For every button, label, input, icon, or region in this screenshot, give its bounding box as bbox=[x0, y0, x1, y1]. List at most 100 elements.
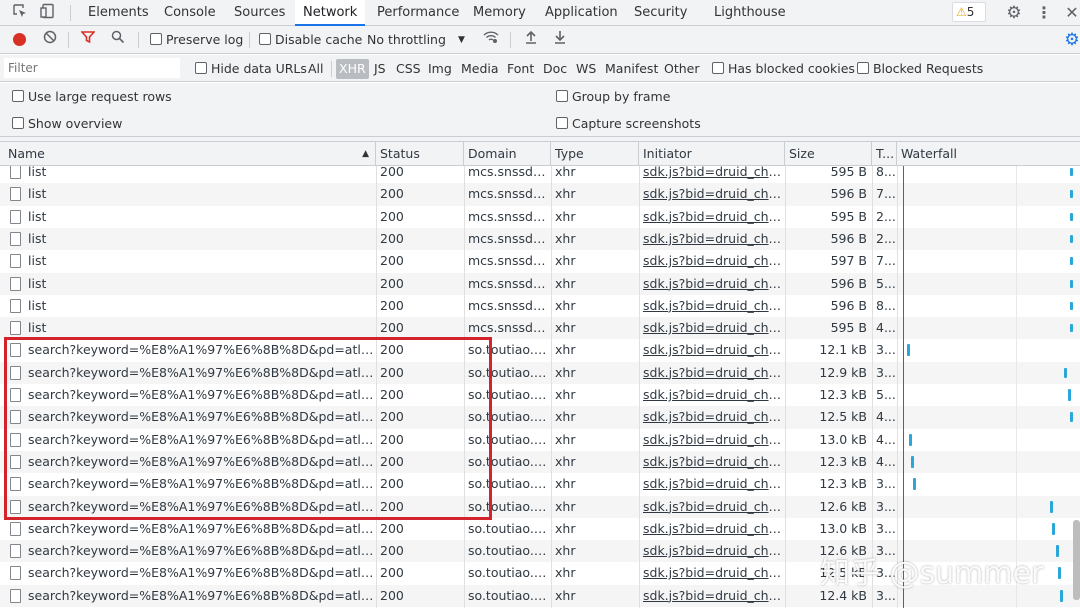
filter-type-manifest[interactable]: Manifest bbox=[605, 55, 658, 82]
request-initiator-link[interactable]: sdk.js?bid=druid_chan... bbox=[639, 317, 785, 339]
filter-type-font[interactable]: Font bbox=[507, 55, 534, 82]
request-initiator-link[interactable]: sdk.js?bid=druid_chan... bbox=[639, 429, 785, 451]
disable-cache-checkbox[interactable]: Disable cache bbox=[259, 26, 362, 54]
waterfall-bar bbox=[1070, 279, 1073, 288]
request-initiator-link[interactable]: sdk.js?bid=druid_chan... bbox=[639, 451, 785, 473]
column-header-size[interactable]: Size bbox=[785, 142, 872, 166]
tab-lighthouse[interactable]: Lighthouse bbox=[714, 0, 786, 26]
request-initiator-link[interactable]: sdk.js?bid=druid_chan... bbox=[639, 250, 785, 272]
filter-type-js[interactable]: JS bbox=[374, 55, 386, 82]
request-initiator-link[interactable]: sdk.js?bid=druid_chan... bbox=[639, 496, 785, 518]
tab-memory[interactable]: Memory bbox=[473, 0, 526, 26]
tab-elements[interactable]: Elements bbox=[88, 0, 149, 26]
filter-funnel-icon[interactable] bbox=[78, 30, 98, 50]
filter-type-img[interactable]: Img bbox=[428, 55, 452, 82]
column-header-type[interactable]: Type bbox=[551, 142, 639, 166]
device-toolbar-icon[interactable] bbox=[38, 3, 58, 23]
request-initiator-link[interactable]: sdk.js?bid=druid_chan... bbox=[639, 166, 785, 183]
tab-console[interactable]: Console bbox=[164, 0, 216, 26]
request-initiator-link[interactable]: sdk.js?bid=druid_chan... bbox=[639, 362, 785, 384]
import-har-icon[interactable] bbox=[521, 30, 541, 50]
table-row[interactable]: list 200 mcs.snssdk... xhr sdk.js?bid=druid_… bbox=[0, 272, 1080, 295]
preserve-log-checkbox[interactable]: Preserve log bbox=[150, 26, 243, 54]
large-rows-label: Use large request rows bbox=[27, 89, 172, 104]
table-row[interactable]: list 200 mcs.snssdk... xhr sdk.js?bid=druid_… bbox=[0, 250, 1080, 272]
table-row[interactable]: list 200 mcs.snssdk... xhr sdk.js?bid=druid_… bbox=[0, 227, 1080, 251]
waterfall-bar bbox=[1052, 522, 1055, 535]
warnings-badge[interactable]: ⚠5 bbox=[952, 2, 986, 22]
blocked-requests-checkbox[interactable]: Blocked Requests bbox=[857, 55, 983, 82]
inspect-element-icon[interactable] bbox=[10, 3, 30, 23]
column-header-time[interactable]: T... bbox=[872, 142, 897, 166]
settings-gear-icon[interactable]: ⚙ bbox=[1004, 3, 1024, 23]
request-initiator-link[interactable]: sdk.js?bid=druid_chan... bbox=[639, 518, 785, 540]
request-initiator-link[interactable]: sdk.js?bid=druid_chan... bbox=[639, 206, 785, 228]
close-devtools-icon[interactable]: ✕ bbox=[1062, 3, 1080, 23]
table-row[interactable]: list 200 mcs.snssdk... xhr sdk.js?bid=druid_… bbox=[0, 183, 1080, 206]
waterfall-bar bbox=[1060, 589, 1063, 602]
column-header-status[interactable]: Status bbox=[376, 142, 464, 166]
filter-type-all[interactable]: All bbox=[308, 55, 324, 82]
request-status: 200 bbox=[380, 543, 404, 559]
export-har-icon[interactable] bbox=[550, 30, 570, 50]
table-row[interactable]: list 200 mcs.snssdk... xhr sdk.js?bid=druid_… bbox=[0, 206, 1080, 228]
request-initiator-link[interactable]: sdk.js?bid=druid_chan... bbox=[639, 295, 785, 317]
request-initiator-link[interactable]: sdk.js?bid=druid_chan... bbox=[639, 585, 785, 607]
tab-security[interactable]: Security bbox=[634, 0, 687, 26]
column-header-waterfall[interactable]: Waterfall bbox=[897, 142, 1080, 166]
request-time: 3... bbox=[876, 364, 896, 380]
table-row[interactable]: search?keyword=%E8%A1%97%E6%8B%8D&pd=atl… bbox=[0, 518, 1080, 540]
table-row[interactable]: list 200 mcs.snssdk... xhr sdk.js?bid=druid_… bbox=[0, 295, 1080, 317]
filter-type-doc[interactable]: Doc bbox=[543, 55, 567, 82]
request-type: xhr bbox=[555, 476, 576, 492]
tab-performance[interactable]: Performance bbox=[377, 0, 459, 26]
capture-screenshots-checkbox[interactable]: Capture screenshots bbox=[556, 110, 701, 137]
table-scrollbar[interactable] bbox=[1073, 520, 1080, 600]
filter-type-xhr[interactable]: XHR bbox=[336, 59, 369, 79]
column-header-initiator[interactable]: Initiator bbox=[639, 142, 785, 166]
hide-data-urls-checkbox[interactable]: Hide data URLs bbox=[195, 55, 307, 82]
request-initiator-link[interactable]: sdk.js?bid=druid_chan... bbox=[639, 540, 785, 562]
more-options-icon[interactable]: ⋮ bbox=[1034, 3, 1054, 23]
network-settings-gear-icon[interactable]: ⚙ bbox=[1062, 30, 1080, 50]
filter-type-other[interactable]: Other bbox=[664, 55, 700, 82]
network-conditions-icon[interactable] bbox=[481, 30, 501, 50]
large-rows-checkbox[interactable]: Use large request rows bbox=[12, 83, 172, 110]
request-initiator-link[interactable]: sdk.js?bid=druid_chan... bbox=[639, 384, 785, 406]
show-overview-checkbox[interactable]: Show overview bbox=[12, 110, 122, 137]
filter-type-css[interactable]: CSS bbox=[396, 55, 421, 82]
request-initiator-link[interactable]: sdk.js?bid=druid_chan... bbox=[639, 562, 785, 584]
filter-type-ws[interactable]: WS bbox=[576, 55, 596, 82]
column-header-name[interactable]: Name ▲ bbox=[0, 142, 376, 166]
waterfall-load-marker bbox=[903, 166, 904, 608]
options-row-1: Use large request rows Group by frame bbox=[0, 83, 1080, 110]
request-name: list bbox=[28, 166, 47, 179]
request-initiator-link[interactable]: sdk.js?bid=druid_chan... bbox=[639, 228, 785, 250]
throttling-select[interactable]: No throttling ▼ bbox=[367, 26, 471, 54]
search-icon[interactable] bbox=[108, 30, 128, 50]
request-status: 200 bbox=[380, 275, 404, 291]
column-divider bbox=[897, 166, 898, 608]
requests-table-header: Name ▲ Status Domain Type Initiator Size… bbox=[0, 141, 1080, 166]
filter-input[interactable] bbox=[4, 58, 180, 78]
table-row[interactable]: list 200 mcs.snssdk... xhr sdk.js?bid=druid_… bbox=[0, 166, 1080, 183]
column-divider bbox=[551, 166, 552, 608]
tab-network[interactable]: Network bbox=[295, 0, 366, 26]
request-initiator-link[interactable]: sdk.js?bid=druid_chan... bbox=[639, 339, 785, 361]
clear-icon[interactable] bbox=[40, 30, 60, 50]
request-initiator-link[interactable]: sdk.js?bid=druid_chan... bbox=[639, 473, 785, 495]
tab-application[interactable]: Application bbox=[545, 0, 618, 26]
group-by-frame-checkbox[interactable]: Group by frame bbox=[556, 83, 670, 110]
request-initiator-link[interactable]: sdk.js?bid=druid_chan... bbox=[639, 183, 785, 205]
filter-type-media[interactable]: Media bbox=[461, 55, 499, 82]
record-button[interactable] bbox=[13, 33, 26, 46]
column-header-domain[interactable]: Domain bbox=[464, 142, 551, 166]
has-blocked-cookies-checkbox[interactable]: Has blocked cookies bbox=[712, 55, 855, 82]
watermark-text: 知乎 @summer bbox=[820, 556, 1044, 591]
request-initiator-link[interactable]: sdk.js?bid=druid_chan... bbox=[639, 406, 785, 428]
request-size: 13.0 kB bbox=[819, 431, 867, 447]
request-initiator-link[interactable]: sdk.js?bid=druid_chan... bbox=[639, 273, 785, 295]
tab-sources[interactable]: Sources bbox=[234, 0, 285, 26]
request-type: xhr bbox=[555, 364, 576, 380]
request-type: xhr bbox=[555, 342, 576, 358]
